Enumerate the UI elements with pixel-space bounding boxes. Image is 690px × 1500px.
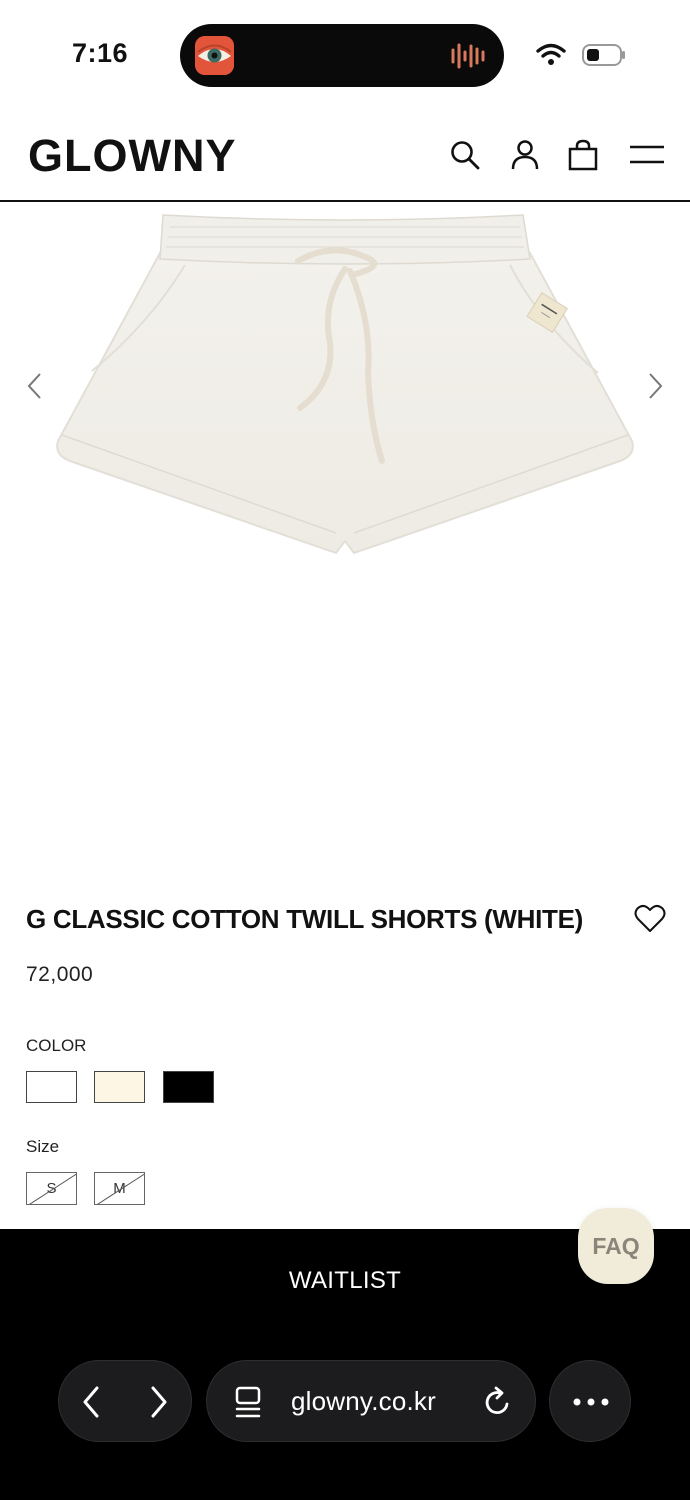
chevron-left-icon[interactable] — [24, 371, 48, 401]
search-icon[interactable] — [448, 138, 482, 172]
back-icon[interactable] — [81, 1385, 101, 1419]
battery-icon — [582, 44, 625, 66]
status-bar: 7:16 — [0, 0, 690, 100]
chevron-right-icon[interactable] — [644, 371, 668, 401]
more-icon[interactable] — [572, 1397, 610, 1407]
size-option-s[interactable]: S — [26, 1172, 77, 1205]
product-title: G CLASSIC COTTON TWILL SHORTS (WHITE) — [26, 904, 584, 934]
eye-app-icon — [195, 36, 234, 75]
url-text[interactable]: glowny.co.kr — [291, 1386, 436, 1417]
menu-icon[interactable] — [628, 138, 666, 172]
color-swatch-cream[interactable] — [94, 1071, 145, 1103]
audio-wave-icon — [451, 43, 485, 69]
reload-icon[interactable] — [483, 1386, 513, 1418]
size-label: Size — [26, 1137, 60, 1156]
user-icon[interactable] — [508, 138, 542, 172]
heart-icon[interactable] — [634, 904, 666, 934]
site-header: GLOWNY — [0, 100, 690, 202]
wifi-icon — [536, 43, 566, 65]
address-bar[interactable]: glowny.co.kr — [206, 1360, 536, 1442]
size-option-m[interactable]: M — [94, 1172, 145, 1205]
tabs-icon[interactable] — [233, 1385, 263, 1419]
product-image — [56, 214, 634, 555]
forward-icon[interactable] — [149, 1385, 169, 1419]
more-button[interactable] — [549, 1360, 631, 1442]
product-gallery[interactable] — [0, 203, 690, 863]
status-time: 7:16 — [72, 38, 129, 68]
browser-nav-pill — [58, 1360, 192, 1442]
faq-button[interactable]: FAQ — [578, 1208, 654, 1284]
shopping-bag-icon[interactable] — [566, 138, 600, 172]
dynamic-island — [180, 24, 504, 87]
color-swatch-white[interactable] — [26, 1071, 77, 1103]
site-logo[interactable]: GLOWNY — [28, 130, 236, 182]
color-swatch-black[interactable] — [163, 1071, 214, 1103]
status-icons — [536, 40, 626, 70]
sold-out-slash — [29, 1173, 76, 1204]
color-label: COLOR — [26, 1036, 87, 1055]
product-price: 72,000 — [26, 963, 94, 986]
sold-out-slash — [97, 1173, 144, 1204]
